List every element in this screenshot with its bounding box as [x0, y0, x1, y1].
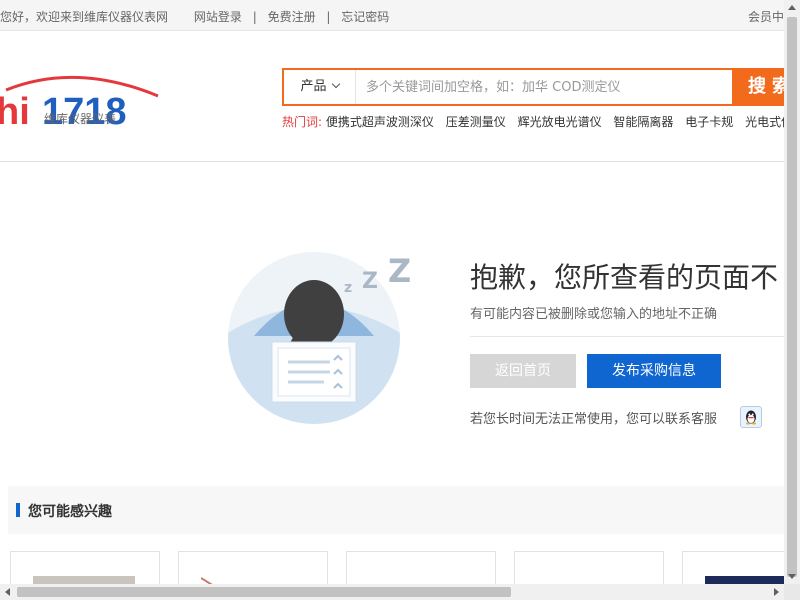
- hot-keywords-label: 热门词:: [282, 115, 323, 129]
- register-link[interactable]: 免费注册: [268, 10, 316, 24]
- search-input[interactable]: [366, 77, 726, 97]
- scroll-left-arrow-icon[interactable]: [5, 588, 10, 596]
- horizontal-scrollbar[interactable]: [0, 584, 784, 600]
- contact-support-text: 若您长时间无法正常使用，您可以联系客服: [470, 412, 718, 427]
- interest-title: 您可能感兴趣: [28, 504, 112, 520]
- top-bar: 您好，欢迎来到维库仪器仪表网 网站登录 | 免费注册 | 忘记密码 会员中: [0, 0, 784, 31]
- hot-keyword[interactable]: 电子卡规: [685, 115, 733, 129]
- error-subtitle: 有可能内容已被删除或您输入的地址不正确: [470, 307, 718, 322]
- horizontal-scroll-thumb[interactable]: [17, 587, 511, 597]
- search-category-select[interactable]: 产品: [284, 70, 356, 104]
- scrollbar-corner: [784, 584, 800, 600]
- chevron-down-icon: [331, 79, 340, 89]
- hot-keyword[interactable]: 辉光放电光谱仪: [518, 115, 602, 129]
- hot-keyword[interactable]: 压差测量仪: [446, 115, 506, 129]
- logo-tagline: 维库仪器仪表: [44, 112, 117, 126]
- vertical-scroll-thumb[interactable]: [787, 17, 797, 577]
- divider: |: [326, 10, 331, 24]
- scroll-right-arrow-icon[interactable]: [774, 588, 779, 596]
- sleeping-person-icon: z Z Z: [228, 252, 411, 424]
- header: hi 1718 维库仪器仪表 产品 搜索 热门词: 便携式超声波测深仪 压差测量…: [0, 32, 800, 162]
- qq-support-icon[interactable]: [740, 406, 762, 428]
- search-box: 产品 搜索: [282, 68, 792, 106]
- hot-keywords: 热门词: 便携式超声波测深仪 压差测量仪 辉光放电光谱仪 智能隔离器 电子卡规 …: [282, 113, 800, 130]
- search-button[interactable]: 搜索: [732, 68, 792, 106]
- scroll-down-arrow-icon[interactable]: [784, 568, 800, 584]
- forgot-password-link[interactable]: 忘记密码: [341, 10, 389, 24]
- post-purchase-button[interactable]: 发布采购信息: [587, 354, 721, 388]
- svg-text:Z: Z: [388, 252, 411, 290]
- back-home-button[interactable]: 返回首页: [470, 354, 576, 388]
- vertical-scrollbar[interactable]: [784, 0, 800, 584]
- top-links: 您好，欢迎来到维库仪器仪表网 网站登录 | 免费注册 | 忘记密码: [0, 8, 389, 25]
- search-category-label: 产品: [300, 79, 327, 94]
- divider: |: [252, 10, 257, 24]
- member-center-link[interactable]: 会员中: [748, 8, 784, 25]
- penguin-icon: [746, 410, 756, 425]
- welcome-text: 您好，欢迎来到维库仪器仪表网: [0, 10, 169, 24]
- svg-text:hi: hi: [0, 91, 30, 126]
- login-link[interactable]: 网站登录: [194, 10, 242, 24]
- error-title: 抱歉，您所查看的页面不: [470, 261, 779, 294]
- scroll-up-arrow-icon[interactable]: [784, 0, 800, 16]
- hot-keyword[interactable]: 智能隔离器: [613, 115, 673, 129]
- svg-text:Z: Z: [362, 269, 378, 294]
- sleeping-illustration: z Z Z: [226, 246, 426, 426]
- section-accent-bar: [16, 503, 20, 517]
- interest-section-header: 您可能感兴趣: [8, 486, 784, 534]
- hot-keyword[interactable]: 便携式超声波测深仪: [326, 115, 434, 129]
- divider: [470, 336, 784, 337]
- svg-text:z: z: [344, 280, 352, 296]
